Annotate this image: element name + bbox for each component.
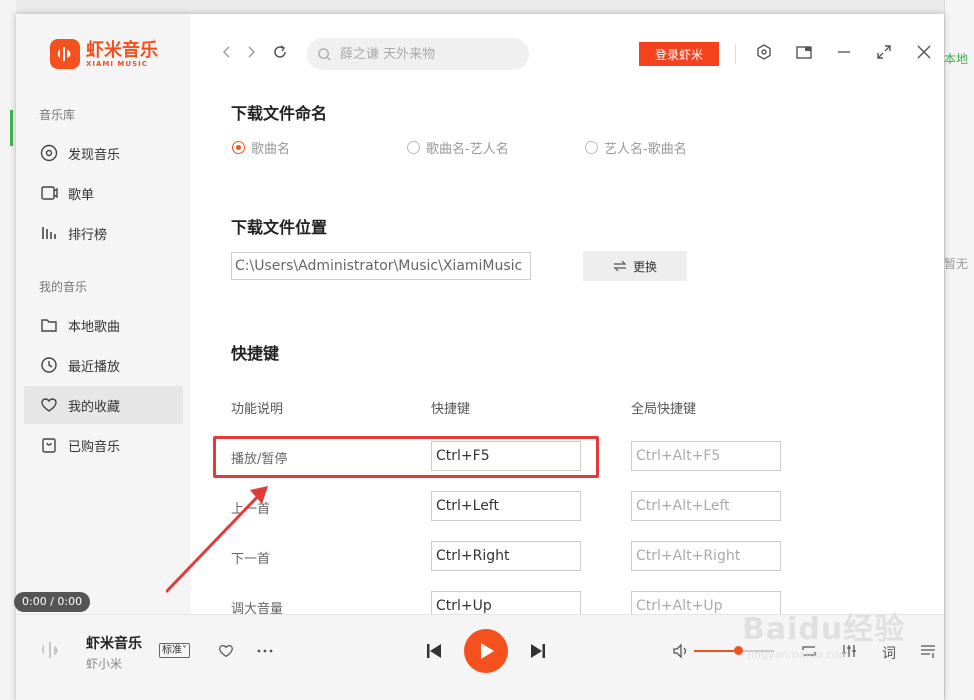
annotation-arrow-icon bbox=[166, 486, 268, 594]
play-icon bbox=[481, 643, 494, 659]
toolbar-divider bbox=[735, 44, 736, 64]
shortcut-row-label: 调大音量 bbox=[231, 602, 284, 614]
change-location-button[interactable]: 更换 bbox=[583, 251, 687, 281]
maximize-icon[interactable] bbox=[875, 43, 893, 61]
mini-mode-icon[interactable] bbox=[795, 43, 813, 61]
favorite-heart-icon[interactable] bbox=[217, 642, 235, 660]
annotation-highlight-box bbox=[213, 436, 599, 478]
sidebar-item-local[interactable]: 本地歌曲 bbox=[24, 306, 183, 344]
sidebar-item-label: 我的收藏 bbox=[68, 399, 121, 415]
sidebar-section-library: 音乐库 bbox=[39, 108, 76, 122]
sidebar-item-label: 歌单 bbox=[68, 187, 95, 203]
play-button[interactable] bbox=[464, 629, 508, 673]
background-right-label: 本地 bbox=[944, 52, 969, 66]
settings-panel: 下载文件命名 歌曲名 歌曲名-艺人名 艺人名-歌曲名 下载文件位置 更换 快捷键… bbox=[191, 92, 944, 614]
sidebar-item-label: 本地歌曲 bbox=[68, 319, 121, 335]
playlist-icon bbox=[41, 186, 58, 200]
quality-selector[interactable]: 标准˅ bbox=[159, 643, 190, 658]
refresh-icon[interactable] bbox=[272, 44, 288, 60]
more-icon[interactable] bbox=[256, 642, 274, 660]
quality-label: 标准 bbox=[162, 645, 182, 656]
watermark-url: jingyan.baidu.com bbox=[748, 648, 850, 661]
settings-hexagon-icon[interactable] bbox=[755, 43, 773, 61]
next-track-icon[interactable] bbox=[528, 641, 548, 661]
volume-icon[interactable] bbox=[672, 642, 690, 660]
radio-label: 艺人名-歌曲名 bbox=[604, 142, 687, 157]
bag-icon bbox=[42, 438, 56, 453]
sidebar-item-recent[interactable]: 最近播放 bbox=[24, 346, 183, 384]
sidebar-item-label: 发现音乐 bbox=[68, 147, 121, 163]
column-header-shortcut: 快捷键 bbox=[431, 402, 471, 417]
change-location-label: 更换 bbox=[632, 259, 657, 274]
chart-icon bbox=[42, 227, 56, 239]
playback-time-badge: 0:00 / 0:00 bbox=[14, 592, 91, 612]
background-right-empty-label: 暂无 bbox=[944, 257, 969, 271]
naming-section-title: 下载文件命名 bbox=[231, 104, 328, 123]
login-button[interactable]: 登录虾米 bbox=[639, 42, 719, 66]
radio-label: 歌曲名 bbox=[251, 142, 291, 157]
radio-label: 歌曲名-艺人名 bbox=[426, 142, 509, 157]
download-path-field[interactable] bbox=[231, 252, 531, 280]
watermark: Baidu经验 jingyan.baidu.com bbox=[742, 604, 905, 661]
app-logo[interactable]: 虾米音乐 XIAMI MUSIC bbox=[50, 39, 158, 69]
minimize-icon[interactable] bbox=[835, 43, 853, 61]
sidebar: 虾米音乐 XIAMI MUSIC 音乐库 发现音乐 歌单 排行榜 我的音乐 本地… bbox=[16, 14, 191, 614]
back-arrow-icon[interactable] bbox=[219, 44, 235, 60]
heart-icon bbox=[41, 398, 57, 412]
sidebar-item-charts[interactable]: 排行榜 bbox=[24, 214, 183, 252]
watermark-logo: Baidu经验 bbox=[742, 612, 906, 647]
shortcuts-section-title: 快捷键 bbox=[231, 344, 280, 363]
clock-icon bbox=[41, 357, 57, 373]
search-box[interactable] bbox=[307, 38, 529, 70]
sidebar-item-label: 已购音乐 bbox=[68, 439, 121, 455]
sidebar-section-my-music: 我的音乐 bbox=[39, 280, 88, 294]
swap-icon bbox=[613, 260, 627, 272]
logo-subtitle: XIAMI MUSIC bbox=[86, 59, 148, 68]
naming-option-artist-song[interactable]: 艺人名-歌曲名 bbox=[585, 138, 687, 157]
song-title: 虾米音乐 bbox=[86, 636, 142, 652]
background-accent-bar bbox=[10, 110, 13, 146]
logo-icon bbox=[50, 39, 80, 69]
sidebar-item-playlist[interactable]: 歌单 bbox=[24, 174, 183, 212]
background-left-window bbox=[0, 0, 16, 700]
column-header-function: 功能说明 bbox=[231, 402, 284, 417]
close-icon[interactable] bbox=[915, 43, 933, 61]
song-artist: 虾小米 bbox=[86, 657, 123, 671]
naming-option-song-artist[interactable]: 歌曲名-艺人名 bbox=[407, 138, 509, 157]
playlist-queue-icon[interactable] bbox=[919, 642, 937, 660]
radio-button-icon bbox=[585, 141, 598, 154]
album-cover-icon bbox=[41, 642, 58, 658]
radio-button-icon bbox=[407, 141, 420, 154]
global-shortcut-input-previous[interactable] bbox=[631, 491, 781, 521]
forward-arrow-icon[interactable] bbox=[243, 44, 259, 60]
shortcut-input-volume-up[interactable] bbox=[431, 591, 581, 614]
previous-track-icon[interactable] bbox=[424, 641, 444, 661]
global-shortcut-input-play-pause[interactable] bbox=[631, 441, 781, 471]
column-header-global: 全局快捷键 bbox=[631, 402, 697, 417]
sidebar-item-favorites[interactable]: 我的收藏 bbox=[24, 386, 183, 424]
sidebar-item-label: 最近播放 bbox=[68, 359, 121, 375]
search-input[interactable] bbox=[340, 46, 510, 62]
disc-icon bbox=[40, 144, 58, 162]
radio-button-icon bbox=[232, 141, 245, 154]
search-icon bbox=[318, 47, 331, 61]
background-right-window: 本地 暂无 bbox=[944, 0, 974, 700]
volume-fill bbox=[694, 650, 738, 652]
naming-option-song[interactable]: 歌曲名 bbox=[232, 138, 290, 157]
shortcut-input-previous[interactable] bbox=[431, 491, 581, 521]
folder-icon bbox=[41, 319, 57, 332]
app-window: 虾米音乐 XIAMI MUSIC 音乐库 发现音乐 歌单 排行榜 我的音乐 本地… bbox=[16, 14, 944, 700]
shortcut-input-next[interactable] bbox=[431, 541, 581, 571]
sidebar-item-discover[interactable]: 发现音乐 bbox=[24, 134, 183, 172]
global-shortcut-input-next[interactable] bbox=[631, 541, 781, 571]
sidebar-item-purchased[interactable]: 已购音乐 bbox=[24, 426, 183, 464]
sidebar-item-label: 排行榜 bbox=[68, 227, 108, 243]
location-section-title: 下载文件位置 bbox=[231, 218, 328, 237]
logo-title: 虾米音乐 bbox=[86, 39, 158, 61]
